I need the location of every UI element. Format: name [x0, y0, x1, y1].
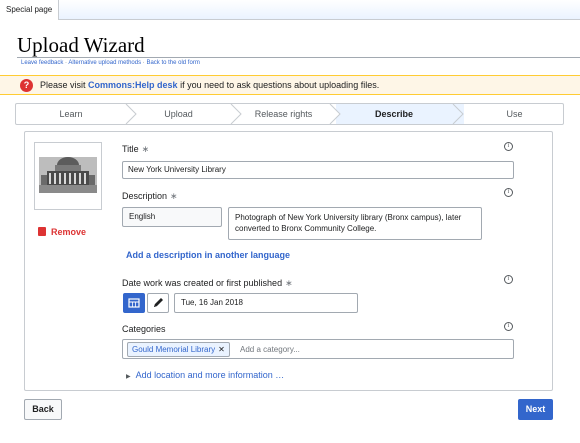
category-input[interactable]: Gould Memorial Library ✕ Add a category..…	[122, 339, 514, 359]
categories-info-icon[interactable]: i	[504, 322, 513, 331]
top-tab-bar: Special page	[0, 0, 580, 20]
description-textarea[interactable]: Photograph of New York University librar…	[228, 207, 482, 240]
help-desk-link[interactable]: Commons:Help desk	[88, 80, 178, 90]
category-chip-label: Gould Memorial Library	[132, 345, 216, 354]
help-notice: ? Please visit Commons:Help desk if you …	[0, 75, 580, 95]
title-divider	[17, 57, 580, 58]
step-release-rights: Release rights	[254, 109, 313, 119]
add-description-language-link[interactable]: Add a description in another language	[126, 250, 290, 260]
title-label-text: Title	[122, 144, 139, 154]
description-language-select[interactable]: English	[122, 207, 222, 227]
calendar-icon	[128, 298, 140, 308]
step-upload: Upload	[164, 109, 193, 119]
description-label-text: Description	[122, 191, 168, 201]
more-info-link: Add location and more information …	[135, 370, 285, 380]
title-input[interactable]: New York University Library	[122, 161, 514, 179]
date-required-mark: ∗	[285, 278, 293, 288]
categories-label: Categories	[122, 324, 166, 334]
step-learn: Learn	[59, 109, 83, 119]
notice-text-before: Please visit	[40, 80, 89, 90]
description-label: Description ∗	[122, 191, 178, 202]
date-label-text: Date work was created or first published	[122, 278, 283, 288]
back-button[interactable]: Back	[24, 399, 62, 420]
category-chip[interactable]: Gould Memorial Library ✕	[127, 342, 230, 357]
alternative-upload-link[interactable]: Alternative upload methods	[68, 60, 141, 66]
help-notice-icon: ?	[20, 79, 33, 92]
link-separator: ·	[142, 60, 145, 66]
notice-text-after: if you need to ask questions about uploa…	[177, 80, 380, 90]
date-label: Date work was created or first published…	[122, 278, 293, 289]
library-photo-image	[35, 143, 101, 209]
page-title: Upload Wizard	[17, 33, 145, 57]
date-info-icon[interactable]: i	[504, 275, 513, 284]
expand-arrow-icon: ▶	[126, 374, 131, 380]
old-form-link[interactable]: Back to the old form	[146, 60, 199, 66]
edit-date-button[interactable]	[147, 293, 169, 313]
description-info-icon[interactable]: i	[504, 188, 513, 197]
step-chevron-icon	[452, 104, 464, 124]
more-info-toggle[interactable]: ▶ Add location and more information …	[126, 370, 284, 380]
pencil-icon	[154, 298, 163, 307]
title-required-mark: ∗	[141, 144, 150, 154]
leave-feedback-link[interactable]: Leave feedback	[21, 60, 63, 66]
remove-file-button[interactable]: Remove	[38, 227, 86, 237]
step-describe: Describe	[374, 109, 414, 119]
description-required-mark: ∗	[170, 191, 178, 201]
next-button[interactable]: Next	[518, 399, 553, 420]
remove-label: Remove	[51, 227, 87, 237]
chip-remove-icon[interactable]: ✕	[218, 345, 225, 354]
file-thumbnail	[34, 142, 102, 210]
help-notice-text: Please visit Commons:Help desk if you ne…	[40, 80, 379, 90]
file-details-card: Remove Title ∗ i New York University Libr…	[24, 131, 553, 391]
step-use: Use	[506, 109, 523, 119]
calendar-button[interactable]	[123, 293, 145, 313]
category-placeholder: Add a category...	[240, 345, 300, 354]
link-separator: ·	[65, 60, 68, 66]
header-links: Leave feedback · Alternative upload meth…	[21, 60, 200, 66]
wizard-steps: Learn Upload Release rights Describe Use	[15, 103, 564, 125]
title-label: Title ∗	[122, 144, 149, 155]
trash-icon	[38, 227, 46, 236]
title-info-icon[interactable]: i	[504, 142, 513, 151]
tab-special-page[interactable]: Special page	[0, 0, 60, 20]
date-input[interactable]: Tue, 16 Jan 2018	[174, 293, 358, 313]
